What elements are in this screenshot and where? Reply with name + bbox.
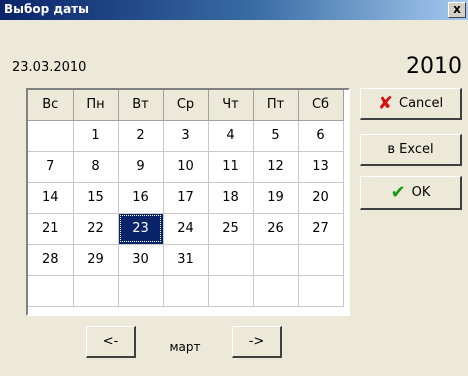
calendar-day[interactable]: 17 bbox=[163, 182, 209, 214]
calendar-table: Вс Пн Вт Ср Чт Пт Сб 1 2 3 4 5 6 7 8 9 10 11 12 13 14… bbox=[28, 90, 344, 307]
calendar-day[interactable]: 31 bbox=[163, 244, 209, 276]
weekday-header: Чт bbox=[208, 90, 254, 121]
calendar-day-selected[interactable]: 23 bbox=[118, 213, 164, 245]
export-excel-label: в Excel bbox=[387, 142, 434, 157]
calendar-day[interactable]: 24 bbox=[163, 213, 209, 245]
calendar-day[interactable]: 25 bbox=[208, 213, 254, 245]
calendar-day[interactable]: 4 bbox=[208, 120, 254, 152]
calendar-day[interactable]: 7 bbox=[28, 151, 74, 183]
calendar-week-row: 21 22 23 24 25 26 27 bbox=[28, 213, 344, 245]
weekday-header: Ср bbox=[163, 90, 209, 121]
title-bar[interactable]: Выбор даты x bbox=[0, 0, 468, 20]
weekday-header: Пт bbox=[253, 90, 299, 121]
calendar-day[interactable]: 6 bbox=[298, 120, 344, 152]
weekday-header: Вс bbox=[28, 90, 74, 121]
selected-date-display: 23.03.2010 bbox=[12, 60, 87, 75]
calendar-day[interactable]: 16 bbox=[118, 182, 164, 214]
checkmark-icon: ✔ bbox=[390, 181, 406, 203]
calendar-day[interactable]: 30 bbox=[118, 244, 164, 276]
next-month-button[interactable]: -> bbox=[232, 326, 282, 358]
cancel-label: Cancel bbox=[399, 96, 444, 111]
calendar-empty-cell bbox=[208, 244, 254, 276]
calendar-day[interactable]: 10 bbox=[163, 151, 209, 183]
calendar-day[interactable]: 5 bbox=[253, 120, 299, 152]
calendar-day[interactable]: 15 bbox=[73, 182, 119, 214]
calendar-day[interactable]: 29 bbox=[73, 244, 119, 276]
calendar-day[interactable]: 18 bbox=[208, 182, 254, 214]
weekday-header-row: Вс Пн Вт Ср Чт Пт Сб bbox=[28, 90, 344, 121]
calendar-empty-cell bbox=[253, 275, 299, 307]
ok-button[interactable]: ✔ OK bbox=[360, 176, 462, 210]
cancel-button[interactable]: ✘ Cancel bbox=[360, 88, 462, 120]
cancel-x-icon: ✘ bbox=[377, 92, 394, 114]
calendar-day[interactable]: 21 bbox=[28, 213, 74, 245]
calendar-day[interactable]: 2 bbox=[118, 120, 164, 152]
calendar-day[interactable]: 28 bbox=[28, 244, 74, 276]
calendar-empty-cell bbox=[298, 244, 344, 276]
year-display: 2010 bbox=[406, 54, 462, 79]
calendar-empty-cell bbox=[163, 275, 209, 307]
calendar-day[interactable]: 1 bbox=[73, 120, 119, 152]
calendar-day[interactable]: 3 bbox=[163, 120, 209, 152]
calendar-day[interactable]: 11 bbox=[208, 151, 254, 183]
ok-label: OK bbox=[411, 185, 431, 200]
calendar-week-row: 28 29 30 31 bbox=[28, 244, 344, 276]
calendar-day[interactable]: 13 bbox=[298, 151, 344, 183]
prev-month-button[interactable]: <- bbox=[86, 326, 136, 358]
month-label: март bbox=[169, 340, 201, 354]
window-title: Выбор даты bbox=[4, 2, 89, 16]
calendar-empty-cell bbox=[118, 275, 164, 307]
calendar-day[interactable]: 9 bbox=[118, 151, 164, 183]
calendar-empty-cell bbox=[28, 120, 74, 152]
calendar-day[interactable]: 26 bbox=[253, 213, 299, 245]
calendar-day[interactable]: 8 bbox=[73, 151, 119, 183]
calendar-empty-cell bbox=[73, 275, 119, 307]
weekday-header: Пн bbox=[73, 90, 119, 121]
weekday-header: Вт bbox=[118, 90, 164, 121]
calendar-empty-cell bbox=[253, 244, 299, 276]
calendar-week-row bbox=[28, 275, 344, 307]
weekday-header: Сб bbox=[298, 90, 344, 121]
calendar-day[interactable]: 19 bbox=[253, 182, 299, 214]
close-button[interactable]: x bbox=[448, 2, 466, 18]
next-month-label: -> bbox=[248, 334, 265, 349]
calendar-day[interactable]: 12 bbox=[253, 151, 299, 183]
export-excel-button[interactable]: в Excel bbox=[360, 134, 462, 166]
calendar-empty-cell bbox=[298, 275, 344, 307]
calendar-day[interactable]: 14 bbox=[28, 182, 74, 214]
calendar-empty-cell bbox=[208, 275, 254, 307]
calendar-week-row: 14 15 16 17 18 19 20 bbox=[28, 182, 344, 214]
calendar-day[interactable]: 20 bbox=[298, 182, 344, 214]
calendar-grid: Вс Пн Вт Ср Чт Пт Сб 1 2 3 4 5 6 7 8 9 10 11 12 13 14… bbox=[26, 88, 350, 316]
prev-month-label: <- bbox=[102, 334, 119, 349]
calendar-week-row: 123456 bbox=[28, 120, 344, 152]
calendar-week-row: 7 8 9 10 11 12 13 bbox=[28, 151, 344, 183]
calendar-day[interactable]: 27 bbox=[298, 213, 344, 245]
calendar-day[interactable]: 22 bbox=[73, 213, 119, 245]
calendar-empty-cell bbox=[28, 275, 74, 307]
